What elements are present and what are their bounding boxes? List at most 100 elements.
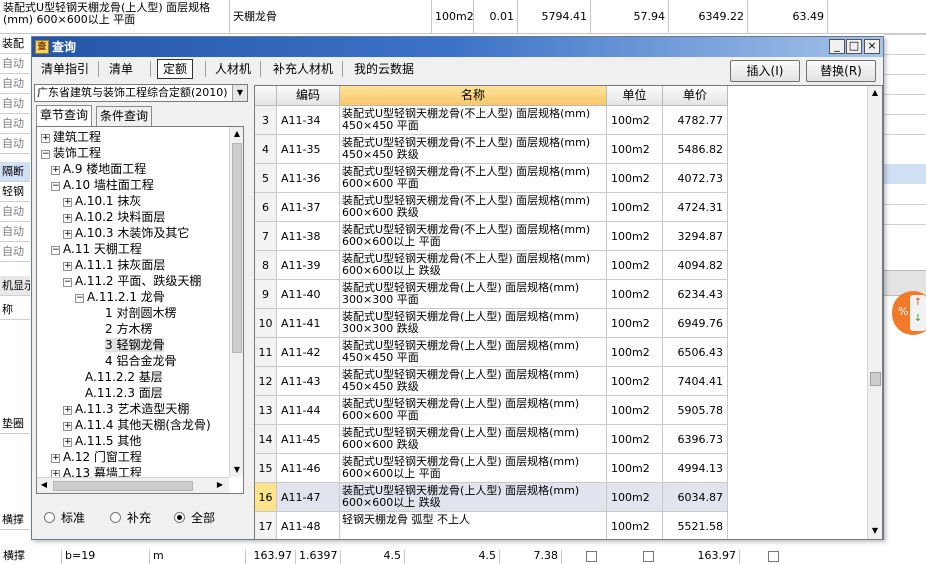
insert-button[interactable]: 插入(I) xyxy=(730,60,800,82)
table-row[interactable]: 3 A11-34 装配式U型轻钢天棚龙骨(不上人型) 面层规格(mm) 450×45… xyxy=(255,106,867,135)
tab-my-cloud-data[interactable]: 我的云数据 xyxy=(349,59,419,79)
tab-bill-guide[interactable]: 清单指引 xyxy=(36,59,94,79)
tab-supplementary-lmm[interactable]: 补充人材机 xyxy=(268,59,338,79)
floating-percent-badge[interactable]: % ↑ ↓ xyxy=(892,291,926,335)
scroll-left-icon[interactable]: ◀ xyxy=(37,478,51,492)
background-top-row[interactable]: 装配式U型轻钢天棚龙骨(上人型) 面层规格(mm) 600×600以上 平面 天… xyxy=(0,0,926,34)
minimize-button[interactable]: _ xyxy=(829,39,845,54)
bg-row-label[interactable]: 横撑 xyxy=(0,510,30,530)
radio-supplementary[interactable]: 补充 xyxy=(110,509,151,526)
header-code[interactable]: 编码 xyxy=(277,86,340,106)
scroll-thumb[interactable] xyxy=(53,481,193,491)
tree-item[interactable]: + A.11.1 抹灰面层 xyxy=(63,257,165,273)
table-row[interactable]: 10 A11-41 装配式U型轻钢天棚龙骨(上人型) 面层规格(mm) 300×30… xyxy=(255,309,867,338)
radio-standard[interactable]: 标准 xyxy=(44,509,85,526)
tree-item[interactable]: + A.10.1 抹灰 xyxy=(63,193,141,209)
quota-library-select[interactable]: 广东省建筑与装饰工程综合定额(2010) ▼ xyxy=(34,84,248,102)
bg-row-label[interactable]: 自动 xyxy=(0,134,30,154)
bg-row-label[interactable]: 垫圈 xyxy=(0,414,30,434)
tree-item[interactable]: + A.10.3 木装饰及其它 xyxy=(63,225,189,241)
table-row[interactable]: 4 A11-35 装配式U型轻钢天棚龙骨(不上人型) 面层规格(mm) 450×45… xyxy=(255,135,867,164)
expand-icon[interactable]: + xyxy=(63,198,72,207)
header-name[interactable]: 名称 xyxy=(340,86,607,106)
tab-chapter-query[interactable]: 章节查询 xyxy=(36,105,93,126)
scroll-up-icon[interactable]: ▲ xyxy=(230,127,243,141)
scroll-thumb[interactable] xyxy=(870,372,881,386)
table-row[interactable]: 14 A11-45 装配式U型轻钢天棚龙骨(上人型) 面层规格(mm) 600×60… xyxy=(255,425,867,454)
bg-row-label[interactable]: 隔断 xyxy=(0,162,30,182)
tree-item[interactable]: + A.9 楼地面工程 xyxy=(51,161,146,177)
tree-item[interactable]: − A.11.2 平面、跌级天棚 xyxy=(63,273,201,289)
table-row[interactable]: 16 A11-47 装配式U型轻钢天棚龙骨(上人型) 面层规格(mm) 600×60… xyxy=(255,483,867,512)
tree-vertical-scrollbar[interactable]: ▲ ▼ xyxy=(229,127,243,477)
close-button[interactable]: × xyxy=(864,39,880,54)
header-unit[interactable]: 单位 xyxy=(607,86,663,106)
bg-row-label[interactable]: 自动 xyxy=(0,94,30,114)
tree-item[interactable]: − A.10 墙柱面工程 xyxy=(51,177,154,193)
tree-horizontal-scrollbar[interactable]: ◀ ▶ xyxy=(37,477,229,493)
expand-icon[interactable]: + xyxy=(63,230,72,239)
bg-row-label[interactable]: 自动 xyxy=(0,222,30,242)
tab-condition-query[interactable]: 条件查询 xyxy=(96,106,153,126)
expand-icon[interactable]: + xyxy=(63,214,72,223)
bg-row-label[interactable]: 自动 xyxy=(0,54,30,74)
tree-item[interactable]: + 建筑工程 xyxy=(41,129,101,145)
grid-vertical-scrollbar[interactable]: ▲ ▼ xyxy=(867,86,882,539)
restore-button[interactable]: □ xyxy=(846,39,862,54)
expand-icon[interactable]: + xyxy=(63,438,72,447)
bg-row-label[interactable]: 自动 xyxy=(0,242,30,262)
bg-row-label[interactable]: 装配 xyxy=(0,34,30,54)
tree-item[interactable]: − A.11.2.1 龙骨 xyxy=(75,289,165,305)
expand-icon[interactable]: + xyxy=(51,470,60,477)
table-row[interactable]: 9 A11-40 装配式U型轻钢天棚龙骨(上人型) 面层规格(mm) 300×300… xyxy=(255,280,867,309)
collapse-icon[interactable]: − xyxy=(63,278,72,287)
table-row[interactable]: 5 A11-36 装配式U型轻钢天棚龙骨(不上人型) 面层规格(mm) 600×60… xyxy=(255,164,867,193)
table-row[interactable]: 17 A11-48 轻钢天棚龙骨 弧型 不上人 100m2 5521.58 xyxy=(255,512,867,539)
table-row[interactable]: 13 A11-44 装配式U型轻钢天棚龙骨(上人型) 面层规格(mm) 600×60… xyxy=(255,396,867,425)
dropdown-arrow-icon[interactable]: ▼ xyxy=(232,85,247,101)
tree-item[interactable]: + A.13 幕墙工程 xyxy=(51,465,142,477)
bg-row-label[interactable]: 自动 xyxy=(0,74,30,94)
dialog-titlebar[interactable]: 查 查询 _ □ × xyxy=(32,37,883,57)
tab-labor-material-machine[interactable]: 人材机 xyxy=(210,59,256,79)
collapse-icon[interactable]: − xyxy=(75,294,84,303)
bg-checkbox[interactable] xyxy=(643,551,654,562)
scroll-right-icon[interactable]: ▶ xyxy=(213,478,227,492)
tree-item[interactable]: + A.10.2 块料面层 xyxy=(63,209,165,225)
collapse-icon[interactable]: − xyxy=(51,182,60,191)
bg-checkbox[interactable] xyxy=(768,551,779,562)
scroll-thumb[interactable] xyxy=(232,143,242,353)
expand-icon[interactable]: + xyxy=(63,422,72,431)
expand-icon[interactable]: + xyxy=(51,166,60,175)
tree-item[interactable]: + A.12 门窗工程 xyxy=(51,449,142,465)
scroll-down-icon[interactable]: ▼ xyxy=(868,524,882,538)
tree-item[interactable]: − 装饰工程 xyxy=(41,145,101,161)
collapse-icon[interactable]: − xyxy=(41,150,50,159)
table-row[interactable]: 8 A11-39 装配式U型轻钢天棚龙骨(不上人型) 面层规格(mm) 600×60… xyxy=(255,251,867,280)
table-row[interactable]: 11 A11-42 装配式U型轻钢天棚龙骨(上人型) 面层规格(mm) 450×45… xyxy=(255,338,867,367)
tree-item[interactable]: A.11.2.3 面层 xyxy=(85,385,163,401)
tree-item[interactable]: − A.11 天棚工程 xyxy=(51,241,142,257)
tree-item[interactable]: 1 对剖圆木楞 xyxy=(105,305,176,321)
bg-row-label[interactable]: 自动 xyxy=(0,114,30,134)
replace-button[interactable]: 替换(R) xyxy=(806,60,876,82)
expand-icon[interactable]: + xyxy=(41,134,50,143)
table-row[interactable]: 12 A11-43 装配式U型轻钢天棚龙骨(上人型) 面层规格(mm) 450×45… xyxy=(255,367,867,396)
header-price[interactable]: 单价 xyxy=(663,86,728,106)
tree-item[interactable]: A.11.2.2 基层 xyxy=(85,369,163,385)
table-row[interactable]: 15 A11-46 装配式U型轻钢天棚龙骨(上人型) 面层规格(mm) 600×60… xyxy=(255,454,867,483)
tree-item[interactable]: 3 轻钢龙骨 xyxy=(105,337,165,353)
expand-icon[interactable]: + xyxy=(63,406,72,415)
tree-item[interactable]: + A.11.4 其他天棚(含龙骨) xyxy=(63,417,211,433)
bg-checkbox[interactable] xyxy=(586,551,597,562)
tab-quota[interactable]: 定额 xyxy=(157,59,194,79)
tab-bill[interactable]: 清单 xyxy=(104,59,138,79)
radio-all[interactable]: 全部 xyxy=(174,509,215,526)
tree-item[interactable]: + A.11.3 艺术造型天棚 xyxy=(63,401,189,417)
table-row[interactable]: 6 A11-37 装配式U型轻钢天棚龙骨(不上人型) 面层规格(mm) 600×60… xyxy=(255,193,867,222)
bg-row-label[interactable]: 自动 xyxy=(0,202,30,222)
bg-row-label[interactable]: 轻钢 xyxy=(0,182,30,202)
scroll-up-icon[interactable]: ▲ xyxy=(868,86,882,100)
expand-icon[interactable]: + xyxy=(51,454,60,463)
table-row[interactable]: 7 A11-38 装配式U型轻钢天棚龙骨(不上人型) 面层规格(mm) 600×60… xyxy=(255,222,867,251)
